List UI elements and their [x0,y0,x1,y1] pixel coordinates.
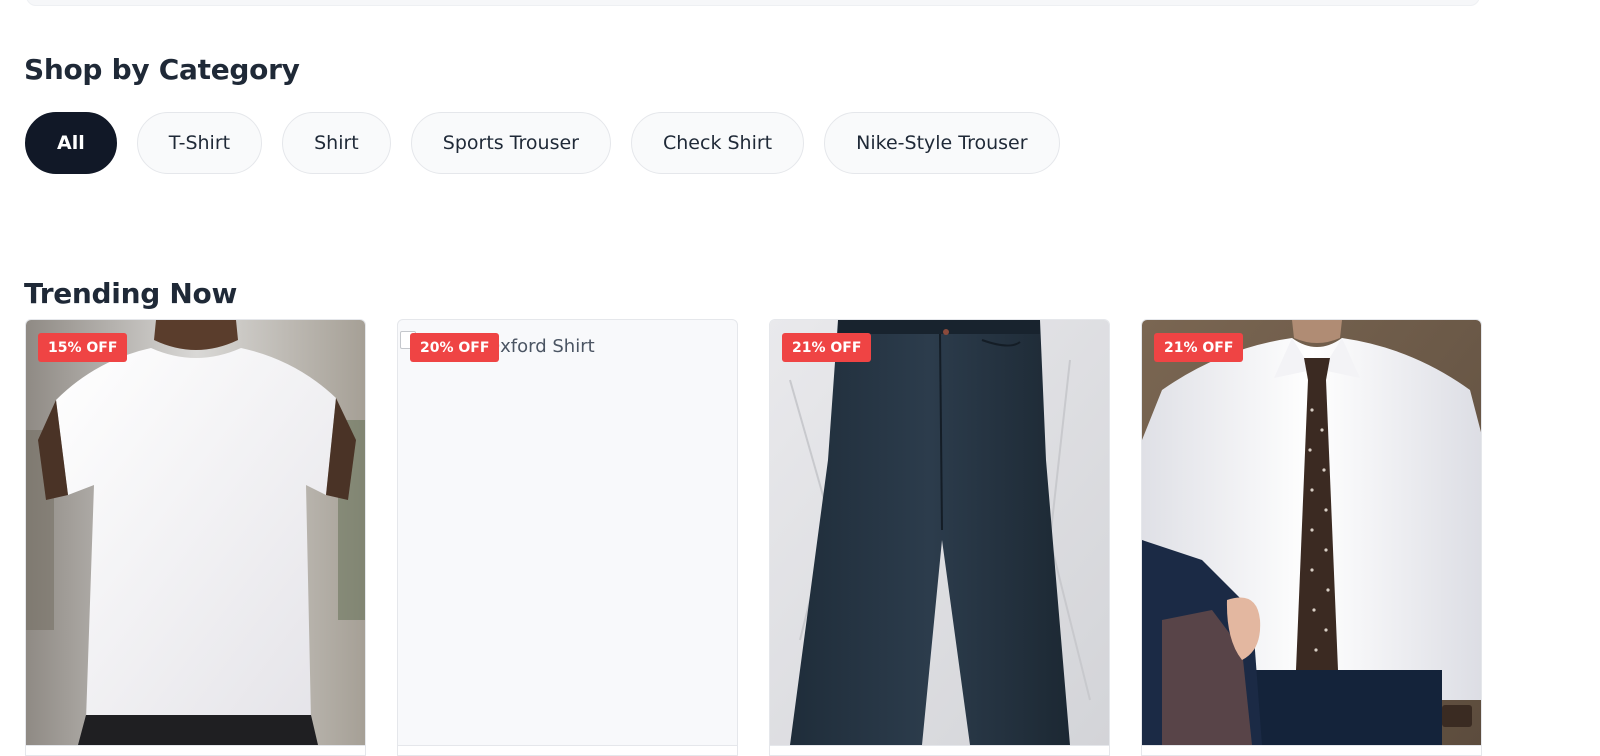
product-card-footer [26,745,365,755]
product-card[interactable]: Classic Oxford Shirt 20% OFF [397,319,738,756]
product-card-footer [398,745,737,755]
product-image[interactable] [26,320,365,745]
discount-badge: 20% OFF [410,333,500,362]
white-tshirt-photo [26,320,365,745]
discount-badge: 21% OFF [1154,333,1244,362]
category-chip-sports-trouser[interactable]: Sports Trouser [410,112,611,174]
category-chip-all[interactable]: All [25,112,117,174]
search-bar-bottom-edge [26,0,1480,6]
product-image[interactable] [1142,320,1481,745]
product-image[interactable] [770,320,1109,745]
product-card[interactable]: 21% OFF [769,319,1110,756]
category-chip-check-shirt[interactable]: Check Shirt [631,112,805,174]
trending-now-heading: Trending Now [24,277,238,310]
discount-badge: 15% OFF [38,333,128,362]
category-chip-nike-style-trouser[interactable]: Nike-Style Trouser [824,112,1060,174]
product-card[interactable]: 15% OFF [25,319,366,756]
discount-badge: 21% OFF [782,333,872,362]
product-card[interactable]: 21% OFF [1141,319,1482,756]
dark-jeans-photo [770,320,1109,745]
category-chip-shirt[interactable]: Shirt [282,112,391,174]
product-card-footer [770,745,1109,755]
white-dress-shirt-tie-photo [1142,320,1481,745]
shop-by-category-heading: Shop by Category [24,53,300,86]
product-card-footer [1142,745,1481,755]
category-chip-tshirt[interactable]: T-Shirt [136,112,263,174]
trending-product-grid: 15% OFF Classic Oxford Shirt 20% OFF 21%… [25,319,1482,756]
product-image[interactable]: Classic Oxford Shirt [398,320,737,745]
category-chip-list: All T-Shirt Shirt Sports Trouser Check S… [25,112,1060,174]
